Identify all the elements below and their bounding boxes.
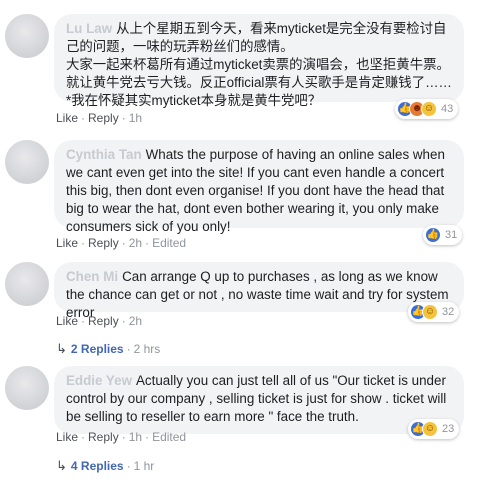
comment-bubble: Eddie Yew Actually you can just tell all … — [54, 366, 464, 434]
edited-label[interactable]: Edited — [152, 430, 186, 444]
view-replies[interactable]: ↳ 4 Replies · 1 hr — [56, 458, 154, 474]
reaction-summary[interactable]: 👍 31 — [423, 225, 463, 245]
comment-actions: Like · Reply · 1h · Edited — [56, 430, 187, 444]
reaction-summary[interactable]: 👍 ☺ 23 — [408, 419, 460, 439]
replies-link[interactable]: 4 Replies — [71, 459, 124, 473]
reply-link[interactable]: Reply — [88, 430, 119, 444]
comment-time[interactable]: 1h — [129, 430, 142, 444]
edited-label[interactable]: Edited — [152, 236, 186, 250]
like-link[interactable]: Like — [56, 236, 78, 250]
comment-bubble: Chen Mi Can arrange Q up to purchases , a… — [54, 262, 464, 320]
comment-time[interactable]: 1h — [129, 111, 142, 125]
comment-bubble: Lu Law 从上个星期五到今天，看来myticket是完全没有要检讨自己的问题，… — [54, 14, 464, 108]
reaction-summary[interactable]: 👍 ☻ ☺ 43 — [395, 99, 459, 119]
like-link[interactable]: Like — [56, 314, 78, 328]
comment-actions: Like · Reply · 2h — [56, 314, 143, 328]
reaction-count: 32 — [442, 306, 455, 318]
avatar[interactable] — [5, 262, 49, 306]
reaction-count: 23 — [442, 423, 455, 435]
commenter-name[interactable]: Lu Law — [66, 21, 112, 36]
reaction-summary[interactable]: 👍 ☺ 32 — [408, 302, 460, 322]
reply-arrow-icon: ↳ — [56, 458, 67, 473]
reply-link[interactable]: Reply — [88, 111, 119, 125]
comment-text: 从上个星期五到今天，看来myticket是完全没有要检讨自己的问题，一味的玩弄粉… — [66, 21, 452, 108]
comment-actions: Like · Reply · 2h · Edited — [56, 236, 187, 250]
replies-time: 1 hr — [133, 459, 155, 473]
comment-bubble: Cynthia Tan Whats the purpose of having a… — [54, 140, 464, 234]
view-replies[interactable]: ↳ 2 Replies · 2 hrs — [56, 341, 160, 357]
replies-link[interactable]: 2 Replies — [71, 342, 124, 356]
like-link[interactable]: Like — [56, 430, 78, 444]
replies-time: 2 hrs — [133, 342, 161, 356]
reaction-count: 43 — [441, 103, 454, 115]
comment-text: Can arrange Q up to purchases , as long … — [66, 269, 449, 320]
comment-time[interactable]: 2h — [129, 314, 142, 328]
like-icon: 👍 — [425, 227, 441, 243]
like-link[interactable]: Like — [56, 111, 78, 125]
haha-icon: ☺ — [421, 101, 437, 117]
comment-time[interactable]: 2h — [129, 236, 142, 250]
commenter-name[interactable]: Eddie Yew — [66, 373, 132, 388]
reply-arrow-icon: ↳ — [56, 341, 67, 356]
haha-icon: ☺ — [422, 421, 438, 437]
avatar[interactable] — [5, 14, 49, 58]
commenter-name[interactable]: Cynthia Tan — [66, 147, 142, 162]
avatar[interactable] — [5, 140, 49, 184]
reply-link[interactable]: Reply — [88, 236, 119, 250]
comment-actions: Like · Reply · 1h — [56, 111, 143, 125]
avatar[interactable] — [5, 366, 49, 410]
reaction-count: 31 — [445, 229, 458, 241]
haha-icon: ☺ — [422, 304, 438, 320]
reply-link[interactable]: Reply — [88, 314, 119, 328]
commenter-name[interactable]: Chen Mi — [66, 269, 118, 284]
